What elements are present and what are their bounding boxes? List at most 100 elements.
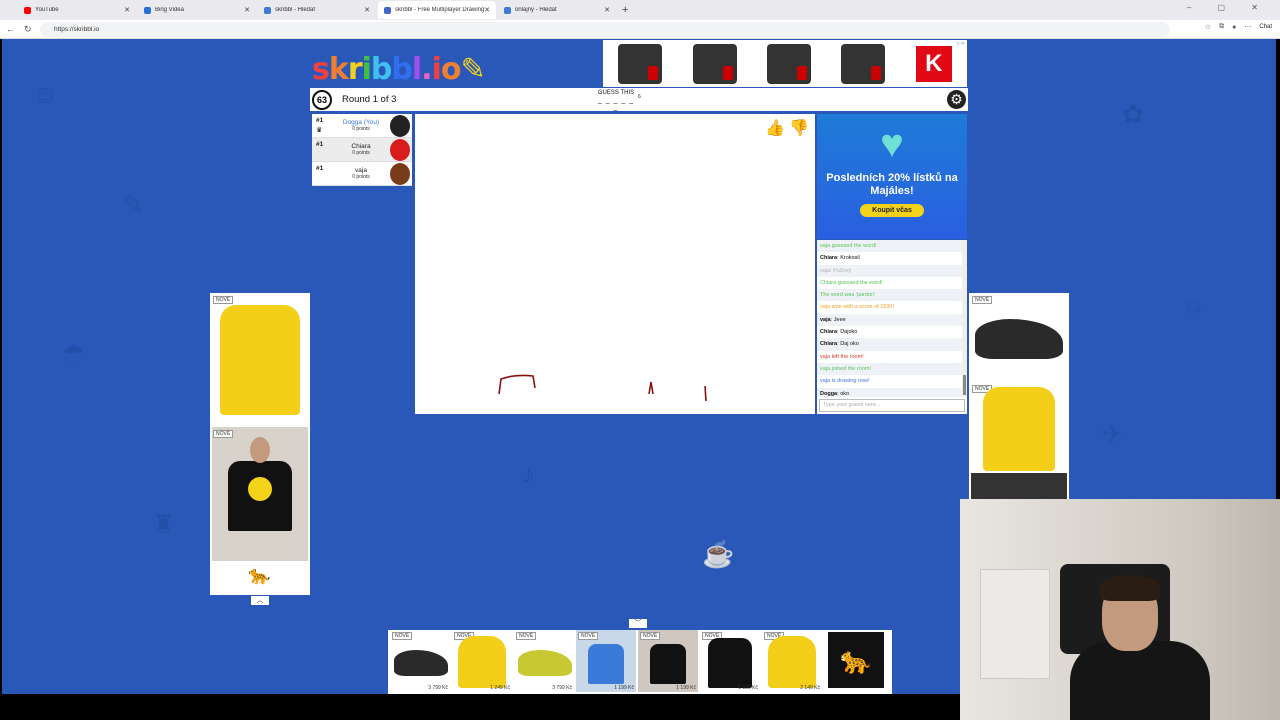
skribbl-logo[interactable]: skribbl.io✎ [312, 52, 486, 87]
top-banner-ad[interactable]: ▷✕ K [603, 40, 967, 87]
word-hint: GUESS THIS 6 _ _ _ _ _ _ [597, 90, 641, 111]
url-field[interactable]: https://skribbl.io [40, 22, 1170, 37]
chat-message: vaja is drawing now! [817, 375, 962, 387]
close-icon[interactable]: ✕ [484, 6, 490, 14]
extensions-icon[interactable]: ⧉ [1219, 23, 1224, 31]
browser-tab[interactable]: Bing Videa ✕ [138, 1, 256, 19]
chat-text: oko [840, 390, 850, 397]
drawing-canvas[interactable]: 👍 👎 [415, 114, 815, 414]
player-row[interactable]: #1 vaja 0 points [312, 162, 412, 186]
close-icon[interactable]: ✕ [124, 6, 130, 14]
puma-logo-icon[interactable]: 🐆 [828, 632, 884, 688]
chat-author: Chiara [820, 341, 838, 348]
chat-author: Dogga [820, 390, 838, 397]
word-length: 6 [638, 94, 641, 100]
drawing-strokes [498, 374, 707, 402]
chat-scrollbar[interactable] [962, 240, 967, 397]
player-row[interactable]: #1 Chiara 0 points [312, 138, 412, 162]
new-badge: NOVÉ [972, 296, 993, 304]
chat-text: Krokosil [840, 255, 860, 262]
product-image[interactable] [692, 43, 737, 84]
address-bar: ← ↻ https://skribbl.io ☆ ⧉ ● ⋯ Chat [0, 20, 1280, 39]
chat-message: Chiara guessed the word! [817, 277, 962, 289]
kaufland-logo[interactable]: K [915, 45, 952, 82]
guess-input[interactable]: Type your guess here... [819, 399, 965, 412]
product-image[interactable] [841, 43, 886, 84]
bottom-puma-ad[interactable]: NOVÉ 3 799 Kč NOVÉ 1 249 Kč NOVÉ 3 799 Kč N… [388, 630, 892, 694]
product-card[interactable]: NOVÉ 1 199 Kč [638, 630, 698, 692]
product-card[interactable]: NOVÉ 1 329 Kč [700, 630, 760, 692]
background-doodle: ♜ [152, 509, 176, 539]
product-card[interactable]: NOVÉ 2 149 Kč [762, 630, 822, 692]
chat-text: vaja joined the room! [820, 365, 872, 372]
right-puma-ad[interactable]: NOVÉ NOVÉ NOVÉ [969, 293, 1069, 499]
skribbl-icon [384, 6, 391, 14]
close-icon[interactable]: ✕ [604, 6, 610, 14]
hoodie-image[interactable] [983, 387, 1055, 471]
screen-bottom-edge [0, 694, 960, 720]
product-card[interactable]: NOVÉ 3 799 Kč [514, 630, 574, 692]
browser-tab[interactable]: skribbl - Hledat ✕ [258, 1, 376, 19]
toolbar-icons: ☆ ⧉ ● ⋯ Chat [1205, 23, 1272, 31]
new-badge: NOVÉ [516, 632, 537, 640]
majales-ad[interactable]: ♥ Posledních 20% lístků na Majáles! Koup… [817, 114, 967, 239]
chat-message: Dogga: oko [817, 387, 962, 397]
menu-icon[interactable]: ⋯ [1244, 23, 1251, 31]
expand-ad-button[interactable]: ︿ [251, 596, 269, 605]
chat-text: vaja guessed the word! [820, 243, 877, 249]
background-doodle: ✎ [122, 189, 144, 219]
chat-text: vaja is drawing now! [820, 378, 870, 385]
profile-icon[interactable]: ● [1232, 24, 1236, 31]
background-doodle: ☺ [32, 79, 59, 109]
webcam-overlay [960, 499, 1280, 720]
chat-text: vaja won with a score of 1530! [820, 304, 894, 311]
chat-message: vaja: Jeee [817, 313, 962, 327]
window-controls[interactable]: – ▢ ✕ [1187, 3, 1270, 12]
puma-logo-icon: 🐆 [248, 565, 271, 585]
new-badge: NOVÉ [213, 430, 234, 438]
chat-author: Chiara [820, 329, 838, 336]
product-card[interactable]: NOVÉ 3 799 Kč [390, 630, 450, 692]
heart-logo-icon: ♥ [880, 122, 904, 166]
sneaker-image[interactable] [975, 319, 1063, 359]
tshirt-photo[interactable] [212, 427, 308, 561]
reload-icon[interactable]: ↻ [24, 24, 36, 35]
player-row[interactable]: #1 ♛ Dogga (You) 0 points [312, 114, 412, 138]
new-badge: NOVÉ [640, 632, 661, 640]
product-image[interactable] [766, 43, 811, 84]
product-card[interactable]: NOVÉ 1 249 Kč [452, 630, 512, 692]
chat-message: Chiara: Dajoko [820, 329, 858, 336]
back-icon[interactable]: ← [6, 24, 18, 34]
product-card[interactable]: NOVÉ 1 199 Kč [576, 630, 636, 692]
browser-tab[interactable]: YouTube ✕ [18, 1, 136, 19]
chat-author: vaja [820, 316, 831, 323]
chat-text: Chiara guessed the word! [820, 279, 883, 286]
chat-text: The word was 'pardon' [820, 292, 875, 299]
round-indicator: Round 1 of 3 [342, 94, 397, 105]
product-image[interactable] [618, 43, 663, 84]
collapse-ad-button[interactable]: ﹀ [629, 619, 647, 628]
chat-author: Chiara [820, 255, 838, 262]
browser-tab-active[interactable]: skribbl - Free Multiplayer Drawing ✕ [378, 1, 496, 19]
chat-text: Jeee [833, 316, 846, 323]
chat-button[interactable]: Chat [1259, 24, 1272, 30]
model-photo[interactable] [971, 473, 1067, 499]
bing-icon [144, 6, 151, 14]
background-doodle: ✿ [1122, 99, 1144, 129]
background-doodle: ✈ [1102, 419, 1124, 449]
browser-tab[interactable]: onlajny - Hledat ✕ [498, 1, 616, 19]
settings-gear-icon[interactable]: ⚙ [947, 90, 966, 109]
chat-text: vaja: Pužový [820, 267, 852, 274]
left-puma-ad[interactable]: NOVÉ NOVÉ 🐆 [210, 293, 310, 595]
close-icon[interactable]: ✕ [364, 6, 370, 14]
hoodie-image[interactable] [220, 305, 300, 415]
youtube-icon [24, 6, 31, 14]
buy-button[interactable]: Koupit včas [860, 204, 924, 217]
player-avatar [390, 115, 410, 137]
chat-message: vaja joined the room! [817, 362, 962, 376]
new-tab-button[interactable]: + [622, 4, 628, 16]
adchoices-icon[interactable]: ▷✕ [957, 41, 965, 47]
favorite-icon[interactable]: ☆ [1205, 23, 1211, 31]
close-icon[interactable]: ✕ [244, 6, 250, 14]
new-badge: NOVÉ [213, 296, 234, 304]
